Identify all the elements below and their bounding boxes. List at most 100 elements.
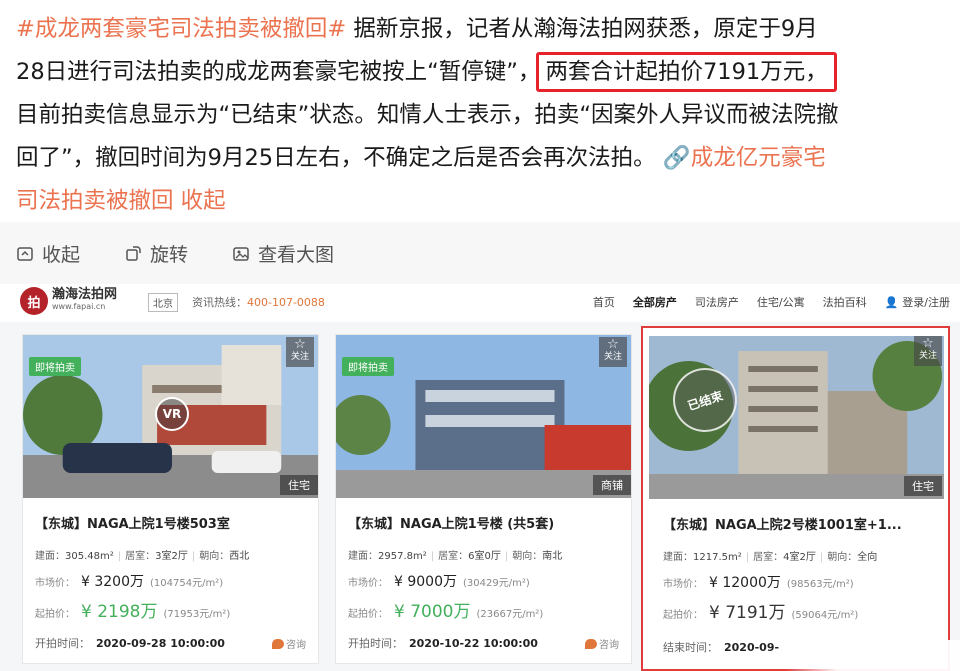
auction-time: 开拍时间： 2020-10-22 10:00:00	[348, 635, 538, 651]
image-toolbar: 收起 旋转 查看大图	[0, 222, 960, 284]
logo-emblem-icon: 拍	[20, 287, 48, 315]
market-price: ¥ 3200万	[81, 574, 144, 590]
start-price-row: 起拍价： ¥ 7191万 (59064元/m²)	[663, 598, 858, 623]
hotline-label: 资讯热线：	[192, 296, 247, 309]
property-title[interactable]: 【东城】NAGA上院1号楼503室	[35, 513, 310, 532]
area-label: 建面：	[663, 552, 693, 563]
start-price-row: 起拍价： ¥ 7000万 (23667元/m²)	[348, 597, 543, 622]
time-label: 开拍时间：	[35, 637, 90, 650]
property-type-badge: 住宅	[904, 476, 942, 496]
favorite-button[interactable]: ☆ 关注	[914, 336, 942, 366]
facing-value: 全向	[857, 552, 878, 563]
vr-icon[interactable]: VR	[155, 397, 189, 431]
watermark-overlay	[785, 640, 960, 671]
article-link[interactable]: 成龙亿元豪宅	[691, 145, 826, 171]
facing-label: 朝向：	[827, 552, 858, 563]
post-line: #成龙两套豪宅司法拍卖被撤回# 据新京报，记者从瀚海法拍网获悉，原定于9月	[16, 8, 946, 51]
property-specs: 建面：1217.5m² | 居室：4室2厅 | 朝向：全向	[663, 552, 878, 563]
hotline: 资讯热线：400-107-0088	[192, 294, 325, 310]
nav-login-label: 登录/注册	[902, 296, 950, 309]
collapse-button[interactable]: 收起	[16, 240, 80, 267]
link-icon: 🔗	[662, 145, 691, 171]
view-large-button[interactable]: 查看大图	[232, 240, 334, 267]
property-specs: 建面：305.48m² | 居室：3室2厅 | 朝向：西北	[35, 551, 250, 562]
property-card[interactable]: 即将拍卖 ☆ 关注 VR 住宅 【东城】NAGA上院1号楼503室 建面：305.…	[22, 334, 319, 664]
rooms-label: 居室：	[753, 552, 784, 563]
market-price: ¥ 9000万	[394, 574, 457, 590]
status-tag: 即将拍卖	[29, 357, 81, 376]
chat-icon	[272, 638, 284, 649]
property-type-badge: 住宅	[280, 475, 318, 495]
facing-label: 朝向：	[199, 551, 230, 562]
facing-label: 朝向：	[512, 551, 543, 562]
consult-button[interactable]: 咨询	[272, 636, 306, 651]
market-label: 市场价：	[348, 578, 388, 589]
site-nav: 首页 全部房产 司法房产 住宅/公寓 法拍百科 👤 登录/注册	[593, 294, 950, 310]
hashtag-link[interactable]: #成龙两套豪宅司法拍卖被撤回#	[16, 16, 346, 42]
facing-value: 西北	[229, 551, 250, 562]
time-value: 2020-09-28 10:00:00	[96, 637, 225, 650]
time-value: 2020-09-	[724, 641, 780, 654]
post-text-segment: 目前拍卖信息显示为“已结束”状态。知情人士表示，拍卖“因案外人异议而被法院撤	[16, 102, 839, 128]
consult-label: 咨询	[599, 640, 619, 651]
start-price: ¥ 2198万	[81, 602, 158, 622]
rooms-label: 居室：	[125, 551, 156, 562]
market-label: 市场价：	[35, 578, 75, 589]
nav-all-property[interactable]: 全部房产	[633, 294, 677, 310]
star-icon: ☆	[294, 337, 306, 352]
property-card[interactable]: 即将拍卖 ☆ 关注 商铺 【东城】NAGA上院1号楼 (共5套) 建面：2957.…	[335, 334, 632, 664]
article-link-cont[interactable]: 司法拍卖被撤回	[16, 188, 174, 214]
area-value: 1217.5m²	[693, 552, 742, 563]
nav-login[interactable]: 👤 登录/注册	[885, 294, 950, 310]
rotate-label: 旋转	[150, 244, 189, 266]
time-value: 2020-10-22 10:00:00	[409, 637, 538, 650]
city-selector[interactable]: 北京	[148, 293, 178, 312]
auction-time: 开拍时间： 2020-09-28 10:00:00	[35, 635, 225, 651]
start-label: 起拍价：	[35, 609, 75, 620]
facing-value: 南北	[542, 551, 563, 562]
image-icon	[233, 246, 249, 261]
favorite-button[interactable]: ☆ 关注	[599, 337, 627, 367]
nav-wiki[interactable]: 法拍百科	[823, 294, 867, 310]
property-type-badge: 商铺	[593, 475, 631, 495]
consult-button[interactable]: 咨询	[585, 636, 619, 651]
post-line: 目前拍卖信息显示为“已结束”状态。知情人士表示，拍卖“因案外人异议而被法院撤	[16, 94, 946, 137]
collapse-link[interactable]: 收起	[181, 188, 226, 214]
property-card-highlighted[interactable]: 已结束 ☆ 关注 住宅 【东城】NAGA上院2号楼1001室+1... 建面：12…	[641, 326, 950, 671]
start-unit-price: (59064元/m²)	[791, 610, 859, 621]
highlighted-price-text: 两套合计起拍价7191万元，	[536, 52, 837, 92]
site-logo: 拍 瀚海法拍网 www.fapai.cn	[20, 287, 117, 315]
post-line: 回了”，撤回时间为9月25日左右，不确定之后是否会再次法拍。 🔗成龙亿元豪宅	[16, 137, 946, 180]
post-line: 28日进行司法拍卖的成龙两套豪宅被按上“暂停键”， 两套合计起拍价7191万元，	[16, 51, 946, 94]
post-text-segment: 28日进行司法拍卖的成龙两套豪宅被按上“暂停键”，	[16, 59, 541, 85]
rotate-button[interactable]: 旋转	[124, 240, 188, 267]
nav-home[interactable]: 首页	[593, 294, 615, 310]
status-tag: 即将拍卖	[342, 357, 394, 376]
area-label: 建面：	[348, 551, 378, 562]
rooms-value: 3室2厅	[155, 551, 188, 562]
property-title[interactable]: 【东城】NAGA上院2号楼1001室+1...	[663, 514, 938, 533]
property-title[interactable]: 【东城】NAGA上院1号楼 (共5套)	[348, 513, 623, 532]
start-unit-price: (71953元/m²)	[163, 609, 231, 620]
hotline-number: 400-107-0088	[247, 296, 325, 309]
property-specs: 建面：2957.8m² | 居室：6室0厅 | 朝向：南北	[348, 551, 563, 562]
market-price-row: 市场价： ¥ 3200万 (104754元/m²)	[35, 571, 223, 591]
rooms-value: 6室0厅	[468, 551, 501, 562]
market-unit-price: (30429元/m²)	[463, 578, 530, 589]
favorite-button[interactable]: ☆ 关注	[286, 337, 314, 367]
rooms-value: 4室2厅	[783, 552, 816, 563]
rooms-label: 居室：	[438, 551, 469, 562]
market-unit-price: (98563元/m²)	[786, 579, 854, 590]
favorite-label: 关注	[603, 352, 622, 362]
collapse-label: 收起	[42, 244, 81, 266]
nav-residential[interactable]: 住宅/公寓	[757, 294, 805, 310]
collapse-icon	[17, 246, 33, 261]
market-unit-price: (104754元/m²)	[150, 578, 224, 589]
favorite-label: 关注	[290, 352, 309, 362]
chat-icon	[585, 638, 597, 649]
market-label: 市场价：	[663, 579, 703, 590]
logo-name: 瀚海法拍网	[52, 287, 118, 302]
auction-site-screenshot: 拍 瀚海法拍网 www.fapai.cn 北京 资讯热线：400-107-008…	[0, 284, 960, 671]
nav-judicial-property[interactable]: 司法房产	[695, 294, 739, 310]
star-icon: ☆	[922, 336, 934, 351]
